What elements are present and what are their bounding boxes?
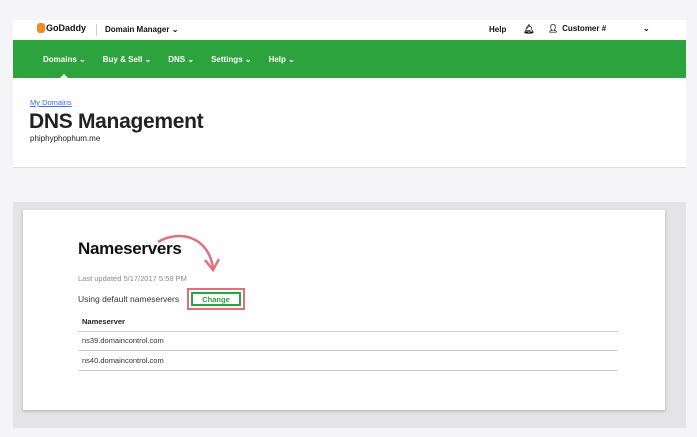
- nav-help[interactable]: Help ⌄: [269, 55, 295, 64]
- page-title: DNS Management: [29, 110, 204, 133]
- change-button[interactable]: Change: [191, 292, 241, 306]
- nav-buy-sell[interactable]: Buy & Sell ⌄: [103, 55, 152, 64]
- top-bar: GoDaddy Domain Manager ⌄ Help 🔔︎ 👤︎ Custo…: [13, 20, 686, 40]
- divider: [96, 24, 97, 36]
- breadcrumb-my-domains[interactable]: My Domains: [30, 98, 72, 107]
- nameservers-card: Nameservers Last updated 5/17/2017 5:58 …: [23, 210, 665, 410]
- nav-dns[interactable]: DNS ⌄: [168, 55, 194, 64]
- page-header: My Domains DNS Management phiphyphophum.…: [13, 78, 686, 168]
- product-menu[interactable]: Domain Manager ⌄: [105, 25, 178, 34]
- godaddy-logo[interactable]: GoDaddy: [37, 23, 86, 33]
- main-nav: Domains ⌄ Buy & Sell ⌄ DNS ⌄ Settings ⌄ …: [13, 40, 686, 78]
- help-link[interactable]: Help: [489, 25, 506, 34]
- godaddy-logo-icon: [37, 23, 45, 33]
- logo-text: GoDaddy: [46, 23, 87, 33]
- chevron-down-icon: ⌄: [171, 25, 179, 34]
- nameserver-status: Using default nameservers: [78, 294, 180, 304]
- product-label: Domain Manager: [105, 25, 170, 34]
- nameservers-panel: Nameservers Last updated 5/17/2017 5:58 …: [13, 202, 686, 428]
- account-menu[interactable]: 👤︎ Customer #: [548, 24, 606, 33]
- account-label: Customer #: [562, 24, 607, 33]
- domain-name: phiphyphophum.me: [30, 134, 101, 143]
- table-row: ns40.domaincontrol.com: [78, 351, 618, 371]
- nav-settings[interactable]: Settings ⌄: [211, 55, 252, 64]
- nav-domains[interactable]: Domains ⌄: [43, 55, 86, 64]
- bell-icon[interactable]: 🔔︎: [523, 24, 534, 35]
- change-highlight: Change: [187, 288, 245, 310]
- annotation-arrow-icon: [157, 234, 221, 273]
- table-header: Nameserver: [78, 312, 618, 332]
- last-updated: Last updated 5/17/2017 5:58 PM: [78, 274, 187, 283]
- table-row: ns39.domaincontrol.com: [78, 332, 618, 351]
- chevron-down-icon[interactable]: ⌄: [643, 24, 650, 33]
- user-icon: 👤︎: [548, 24, 559, 33]
- nameserver-table: Nameserver ns39.domaincontrol.com ns40.d…: [78, 312, 618, 371]
